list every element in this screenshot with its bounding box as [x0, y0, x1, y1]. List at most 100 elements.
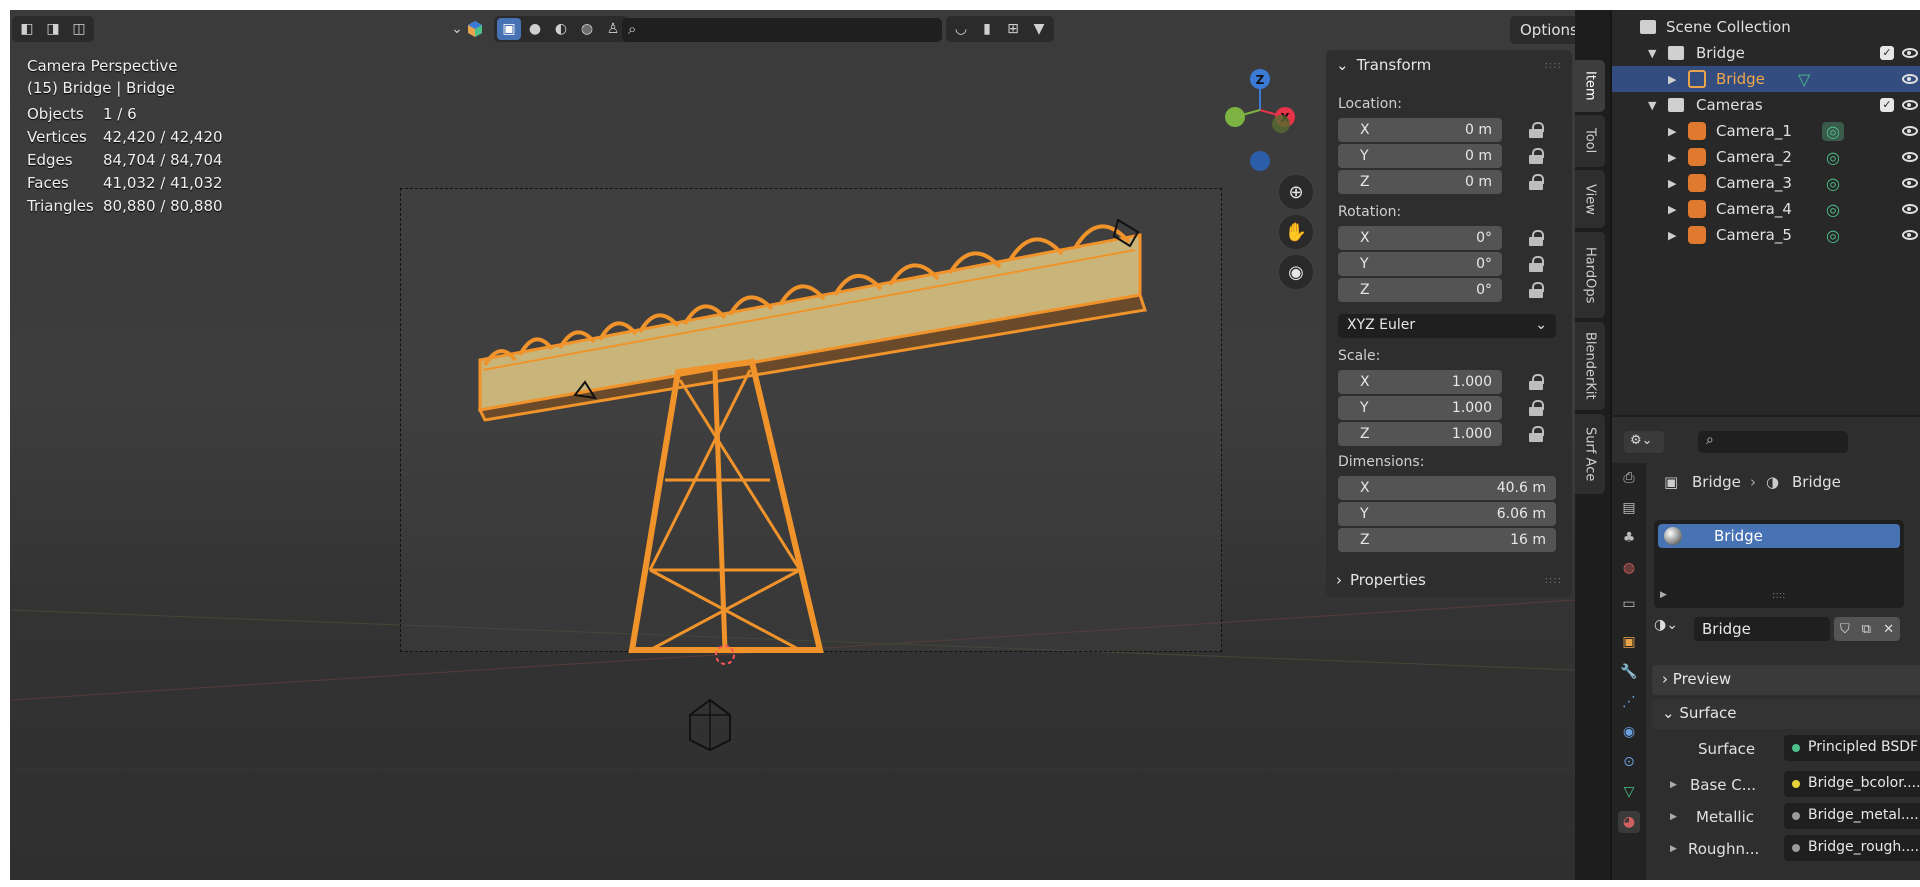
drag-grip-icon[interactable]: ::::: [1772, 590, 1785, 601]
material-slot-list[interactable]: Bridge ▶ ::::: [1654, 520, 1904, 608]
properties-panel[interactable]: › Properties ::::: [1326, 565, 1572, 597]
outliner-item-camera-5[interactable]: ▶ Camera_5 ◎: [1612, 222, 1920, 248]
outliner-item-bridge-collection[interactable]: ▼ Bridge ✓: [1612, 40, 1920, 66]
lock-icon[interactable]: [1526, 282, 1544, 298]
viewport-gizmo-colored-icon[interactable]: [464, 18, 486, 40]
navigation-gizmo[interactable]: Z X: [1215, 65, 1305, 175]
eye-icon[interactable]: [1902, 230, 1918, 240]
expand-right-icon[interactable]: ▶: [1668, 151, 1676, 164]
expand-right-icon[interactable]: ▶: [1670, 844, 1677, 854]
tab-item[interactable]: Item: [1575, 60, 1605, 112]
zoom-icon[interactable]: ⊕: [1279, 175, 1313, 209]
pan-hand-icon[interactable]: ✋: [1279, 215, 1313, 249]
output-tab-icon[interactable]: ♣: [1618, 527, 1640, 549]
particles-tab-icon[interactable]: ⋰: [1618, 691, 1640, 713]
physics-tab-icon[interactable]: ◉: [1618, 721, 1640, 743]
rotation-mode-select[interactable]: XYZ Euler ⌄: [1338, 314, 1556, 338]
mesh-data-icon[interactable]: ▽: [1798, 70, 1810, 89]
outliner-item-cameras-collection[interactable]: ▼ Cameras ✓: [1612, 92, 1920, 118]
lock-icon[interactable]: [1526, 426, 1544, 442]
expand-right-icon[interactable]: ▶: [1670, 780, 1677, 790]
tab-blenderkit[interactable]: BlenderKit: [1575, 322, 1605, 410]
object-tab-icon[interactable]: ▣: [1618, 631, 1640, 653]
modifier-wrench-icon[interactable]: 🔧: [1618, 661, 1640, 683]
lock-icon[interactable]: [1526, 122, 1544, 138]
select-extend-icon[interactable]: ◨: [41, 18, 65, 40]
tab-view[interactable]: View: [1575, 170, 1605, 228]
rotation-z-field[interactable]: Z 0°: [1338, 278, 1502, 302]
roughness-field[interactable]: Bridge_rough....: [1784, 835, 1920, 861]
checkbox-icon[interactable]: ✓: [1880, 98, 1894, 112]
curve-icon[interactable]: ◡: [949, 18, 973, 40]
outliner-item-bridge-mesh[interactable]: ▶ Bridge ▽: [1612, 66, 1920, 92]
options-dropdown[interactable]: Options⌄: [1510, 16, 1575, 44]
lock-icon[interactable]: [1526, 374, 1544, 390]
scene-tab-icon[interactable]: ◍: [1618, 557, 1640, 579]
eye-icon[interactable]: [1902, 178, 1918, 188]
lock-icon[interactable]: [1526, 174, 1544, 190]
checkbox-icon[interactable]: ✓: [1880, 46, 1894, 60]
scale-x-field[interactable]: X 1.000: [1338, 370, 1502, 394]
material-shading-icon[interactable]: ◐: [549, 18, 573, 40]
scene-collection-row[interactable]: Scene Collection: [1612, 14, 1920, 40]
lock-icon[interactable]: [1526, 256, 1544, 272]
fake-user-shield-icon[interactable]: ⛉: [1840, 622, 1850, 637]
camera-data-icon[interactable]: ◎: [1826, 148, 1840, 167]
viewport-search-input[interactable]: ⌕: [622, 18, 942, 42]
material-tab-icon[interactable]: ◕: [1618, 811, 1640, 833]
hierarchy-icon[interactable]: ⊞: [1001, 18, 1025, 40]
filter-icon[interactable]: ▼: [1027, 18, 1051, 40]
expand-right-icon[interactable]: ▶: [1670, 812, 1677, 822]
data-tab-icon[interactable]: ▽: [1618, 781, 1640, 803]
eye-icon[interactable]: [1902, 74, 1918, 84]
lock-icon[interactable]: [1526, 230, 1544, 246]
close-icon[interactable]: ✕: [1883, 622, 1894, 637]
surface-shader-field[interactable]: Principled BSDF: [1784, 735, 1920, 761]
drag-grip-icon[interactable]: ::::: [1545, 575, 1562, 586]
duplicate-icon[interactable]: ⧉: [1862, 622, 1871, 637]
camera-view-icon[interactable]: ◉: [1279, 255, 1313, 289]
expand-down-icon[interactable]: ▼: [1648, 99, 1656, 112]
location-y-field[interactable]: Y0 m: [1338, 144, 1502, 168]
expand-right-icon[interactable]: ▶: [1668, 203, 1676, 216]
expand-right-icon[interactable]: ▶: [1668, 177, 1676, 190]
select-box-icon[interactable]: ◧: [15, 18, 39, 40]
lock-icon[interactable]: [1526, 148, 1544, 164]
outliner-item-camera-3[interactable]: ▶ Camera_3 ◎: [1612, 170, 1920, 196]
select-subtract-icon[interactable]: ◫: [67, 18, 91, 40]
base-color-field[interactable]: Bridge_bcolor....: [1784, 771, 1920, 797]
rotation-x-field[interactable]: X 0°: [1338, 226, 1502, 250]
tab-tool[interactable]: Tool: [1575, 115, 1605, 167]
outliner-item-camera-1[interactable]: ▶ Camera_1 ◎: [1612, 118, 1920, 144]
camera-data-icon[interactable]: ◎: [1822, 121, 1844, 141]
material-slot-item[interactable]: Bridge: [1658, 524, 1900, 548]
properties-header[interactable]: › Properties ::::: [1326, 565, 1572, 595]
camera-data-icon[interactable]: ◎: [1826, 226, 1840, 245]
eye-icon[interactable]: [1902, 48, 1918, 58]
dimension-z-field[interactable]: Z 16 m: [1338, 528, 1556, 552]
dimension-y-field[interactable]: Y 6.06 m: [1338, 502, 1556, 526]
eye-icon[interactable]: [1902, 152, 1918, 162]
camera-data-icon[interactable]: ◎: [1826, 200, 1840, 219]
transform-header[interactable]: ⌄ Transform ::::: [1326, 50, 1572, 80]
wireframe-shading-icon[interactable]: ▣: [497, 18, 521, 40]
preview-section-header[interactable]: › Preview: [1652, 665, 1920, 695]
tab-hardops[interactable]: HardOps: [1575, 232, 1605, 318]
eye-icon[interactable]: [1902, 126, 1918, 136]
tool-tab-icon[interactable]: ⎙: [1618, 467, 1640, 489]
rendered-shading-icon[interactable]: ◍: [575, 18, 599, 40]
surface-section-header[interactable]: ⌄ Surface: [1652, 699, 1920, 729]
bookmark-icon[interactable]: ▮: [975, 18, 999, 40]
expand-right-icon[interactable]: ▶: [1668, 229, 1676, 242]
expand-right-icon[interactable]: ▶: [1668, 125, 1676, 138]
lock-icon[interactable]: [1526, 400, 1544, 416]
material-name-field[interactable]: Bridge: [1694, 617, 1830, 641]
scale-z-field[interactable]: Z 1.000: [1338, 422, 1502, 446]
location-x-field[interactable]: X0 m: [1338, 118, 1502, 142]
eye-icon[interactable]: [1902, 204, 1918, 214]
constraints-tab-icon[interactable]: ⊙: [1618, 751, 1640, 773]
scale-y-field[interactable]: Y 1.000: [1338, 396, 1502, 420]
outliner-item-camera-4[interactable]: ▶ Camera_4 ◎: [1612, 196, 1920, 222]
drag-grip-icon[interactable]: ::::: [1545, 60, 1562, 71]
dimension-x-field[interactable]: X 40.6 m: [1338, 476, 1556, 500]
